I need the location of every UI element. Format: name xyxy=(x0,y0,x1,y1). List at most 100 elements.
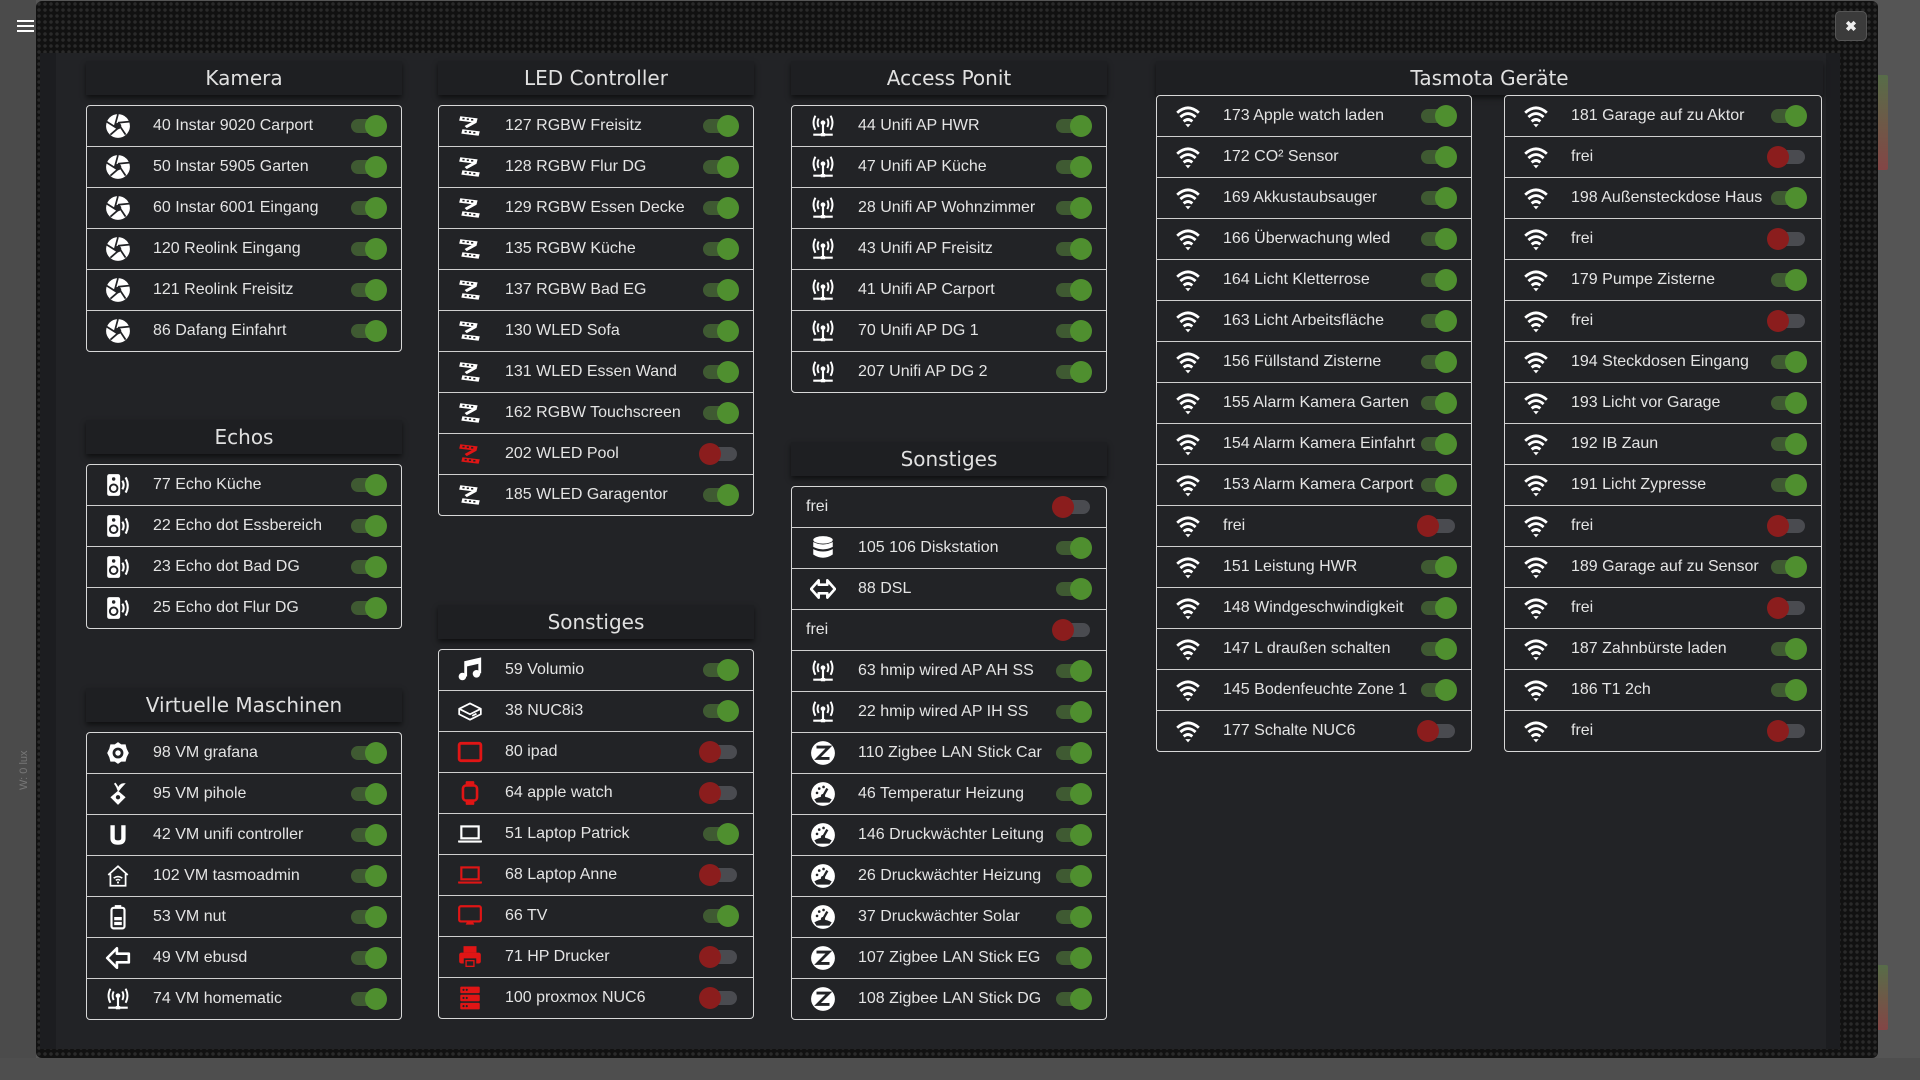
toggle-knob[interactable] xyxy=(699,864,721,886)
device-row[interactable]: 146 Druckwächter Leitung xyxy=(792,815,1106,856)
device-row[interactable]: 108 Zigbee LAN Stick DG xyxy=(792,979,1106,1019)
device-row[interactable]: 193 Licht vor Garage xyxy=(1505,383,1821,424)
power-toggle[interactable] xyxy=(1417,720,1457,742)
device-row[interactable]: 95 VM pihole xyxy=(87,774,401,815)
power-toggle[interactable] xyxy=(1417,679,1457,701)
device-row[interactable]: 181 Garage auf zu Aktor xyxy=(1505,96,1821,137)
device-row[interactable]: 162 RGBW Touchscreen xyxy=(439,393,753,434)
toggle-knob[interactable] xyxy=(1767,228,1789,250)
power-toggle[interactable] xyxy=(699,946,739,968)
device-row[interactable]: 145 Bodenfeuchte Zone 1 xyxy=(1157,670,1471,711)
toggle-knob[interactable] xyxy=(699,782,721,804)
device-row[interactable]: 40 Instar 9020 Carport xyxy=(87,106,401,147)
power-toggle[interactable] xyxy=(1417,351,1457,373)
toggle-knob[interactable] xyxy=(1070,537,1092,559)
device-row[interactable]: 185 WLED Garagentor xyxy=(439,475,753,515)
device-row[interactable]: 148 Windgeschwindigkeit xyxy=(1157,588,1471,629)
device-row[interactable]: 164 Licht Kletterrose xyxy=(1157,260,1471,301)
device-row[interactable]: 46 Temperatur Heizung xyxy=(792,774,1106,815)
power-toggle[interactable] xyxy=(1052,361,1092,383)
power-toggle[interactable] xyxy=(1417,310,1457,332)
device-row[interactable]: 129 RGBW Essen Decke xyxy=(439,188,753,229)
device-row[interactable]: 189 Garage auf zu Sensor xyxy=(1505,547,1821,588)
toggle-knob[interactable] xyxy=(699,443,721,465)
power-toggle[interactable] xyxy=(1052,783,1092,805)
power-toggle[interactable] xyxy=(1767,433,1807,455)
device-row[interactable]: 131 WLED Essen Wand xyxy=(439,352,753,393)
device-row[interactable]: 64 apple watch xyxy=(439,773,753,814)
power-toggle[interactable] xyxy=(699,987,739,1009)
device-row[interactable]: 59 Volumio xyxy=(439,650,753,691)
power-toggle[interactable] xyxy=(1767,515,1807,537)
power-toggle[interactable] xyxy=(347,515,387,537)
device-row[interactable]: 60 Instar 6001 Eingang xyxy=(87,188,401,229)
power-toggle[interactable] xyxy=(1767,597,1807,619)
toggle-knob[interactable] xyxy=(699,741,721,763)
power-toggle[interactable] xyxy=(1767,474,1807,496)
device-row[interactable]: frei xyxy=(1505,506,1821,547)
device-row[interactable]: 44 Unifi AP HWR xyxy=(792,106,1106,147)
device-row[interactable]: 26 Druckwächter Heizung xyxy=(792,856,1106,897)
power-toggle[interactable] xyxy=(699,484,739,506)
device-row[interactable]: 172 CO² Sensor xyxy=(1157,137,1471,178)
toggle-knob[interactable] xyxy=(699,946,721,968)
device-row[interactable]: 22 Echo dot Essbereich xyxy=(87,506,401,547)
power-toggle[interactable] xyxy=(347,320,387,342)
power-toggle[interactable] xyxy=(1767,392,1807,414)
toggle-knob[interactable] xyxy=(1435,556,1457,578)
device-row[interactable]: 198 Außensteckdose Haus xyxy=(1505,178,1821,219)
power-toggle[interactable] xyxy=(1417,433,1457,455)
toggle-knob[interactable] xyxy=(1785,351,1807,373)
toggle-knob[interactable] xyxy=(365,515,387,537)
power-toggle[interactable] xyxy=(347,988,387,1010)
toggle-knob[interactable] xyxy=(1435,392,1457,414)
toggle-knob[interactable] xyxy=(365,988,387,1010)
power-toggle[interactable] xyxy=(699,659,739,681)
toggle-knob[interactable] xyxy=(717,115,739,137)
toggle-knob[interactable] xyxy=(1435,310,1457,332)
power-toggle[interactable] xyxy=(1052,619,1092,641)
power-toggle[interactable] xyxy=(1767,720,1807,742)
toggle-knob[interactable] xyxy=(1052,619,1074,641)
toggle-knob[interactable] xyxy=(1417,720,1439,742)
toggle-knob[interactable] xyxy=(365,197,387,219)
power-toggle[interactable] xyxy=(1052,824,1092,846)
toggle-knob[interactable] xyxy=(699,987,721,1009)
power-toggle[interactable] xyxy=(699,279,739,301)
power-toggle[interactable] xyxy=(699,782,739,804)
device-row[interactable]: 23 Echo dot Bad DG xyxy=(87,547,401,588)
toggle-knob[interactable] xyxy=(365,824,387,846)
power-toggle[interactable] xyxy=(1417,228,1457,250)
device-row[interactable]: 137 RGBW Bad EG xyxy=(439,270,753,311)
power-toggle[interactable] xyxy=(699,864,739,886)
power-toggle[interactable] xyxy=(1417,556,1457,578)
toggle-knob[interactable] xyxy=(365,115,387,137)
power-toggle[interactable] xyxy=(1052,279,1092,301)
device-row[interactable]: frei xyxy=(1505,137,1821,178)
device-row[interactable]: 202 WLED Pool xyxy=(439,434,753,475)
toggle-knob[interactable] xyxy=(1070,783,1092,805)
device-row[interactable]: 147 L draußen schalten xyxy=(1157,629,1471,670)
power-toggle[interactable] xyxy=(699,320,739,342)
device-row[interactable]: 110 Zigbee LAN Stick Car xyxy=(792,733,1106,774)
power-toggle[interactable] xyxy=(1417,105,1457,127)
power-toggle[interactable] xyxy=(699,823,739,845)
toggle-knob[interactable] xyxy=(1070,156,1092,178)
power-toggle[interactable] xyxy=(699,402,739,424)
device-row[interactable]: 192 IB Zaun xyxy=(1505,424,1821,465)
toggle-knob[interactable] xyxy=(717,402,739,424)
power-toggle[interactable] xyxy=(347,783,387,805)
device-row[interactable]: frei xyxy=(1505,711,1821,751)
toggle-knob[interactable] xyxy=(717,484,739,506)
power-toggle[interactable] xyxy=(1052,537,1092,559)
power-toggle[interactable] xyxy=(347,742,387,764)
device-row[interactable]: frei xyxy=(792,487,1106,528)
device-row[interactable]: 194 Steckdosen Eingang xyxy=(1505,342,1821,383)
power-toggle[interactable] xyxy=(1767,269,1807,291)
toggle-knob[interactable] xyxy=(365,238,387,260)
toggle-knob[interactable] xyxy=(1070,742,1092,764)
power-toggle[interactable] xyxy=(699,115,739,137)
device-row[interactable]: 179 Pumpe Zisterne xyxy=(1505,260,1821,301)
toggle-knob[interactable] xyxy=(1070,865,1092,887)
power-toggle[interactable] xyxy=(347,279,387,301)
